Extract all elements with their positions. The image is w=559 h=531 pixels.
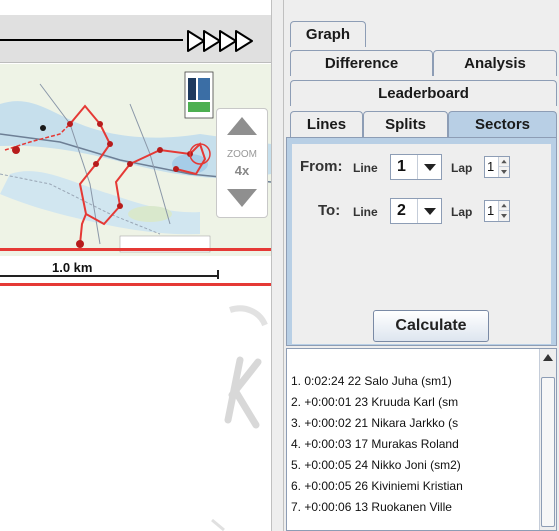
- list-item[interactable]: 4. +0:00:03 17 Murakas Roland: [291, 434, 541, 454]
- route-line: [0, 248, 271, 251]
- to-line-value: 2: [397, 202, 406, 219]
- map-pane[interactable]: ZOOM 4x 1.0 km: [0, 0, 271, 531]
- from-lap-value: 1: [487, 159, 495, 174]
- spinner-up-icon[interactable]: [499, 157, 509, 167]
- list-item[interactable]: 2. +0:00:01 23 Kruuda Karl (sm: [291, 392, 541, 412]
- spinner-up-icon[interactable]: [499, 201, 509, 211]
- fast-forward-icon[interactable]: [186, 25, 266, 57]
- to-line-label: Line: [353, 205, 378, 219]
- split-pane-divider[interactable]: [271, 0, 284, 531]
- spinner-buttons: [498, 157, 509, 177]
- tab-difference[interactable]: Difference: [290, 50, 433, 76]
- list-item[interactable]: 7. +0:00:06 13 Ruokanen Ville: [291, 497, 541, 517]
- to-lap-value: 1: [487, 203, 495, 218]
- calculate-button[interactable]: Calculate: [373, 310, 489, 342]
- tab-leaderboard[interactable]: Leaderboard: [290, 80, 557, 106]
- from-line-value: 1: [397, 158, 406, 175]
- zoom-out-button[interactable]: [225, 187, 259, 209]
- list-item[interactable]: 5. +0:00:05 24 Nikko Joni (sm2): [291, 455, 541, 475]
- tab-lines[interactable]: Lines: [290, 111, 363, 137]
- route-line: [0, 283, 271, 286]
- tab-sectors[interactable]: Sectors: [448, 111, 557, 137]
- spinner-buttons: [498, 201, 509, 221]
- from-label: From:: [300, 158, 343, 175]
- scale-rule: [0, 275, 218, 277]
- from-lap-label: Lap: [451, 161, 473, 175]
- analysis-panel: Graph Difference Analysis Leaderboard Li…: [284, 0, 559, 531]
- watermark-graphic: [211, 305, 268, 531]
- chevron-down-icon[interactable]: [417, 155, 441, 179]
- sector-results-list[interactable]: 1. 0:02:24 22 Salo Juha (sm1) 2. +0:00:0…: [286, 348, 557, 531]
- scale-rule-tick: [217, 270, 219, 279]
- vertical-scrollbar[interactable]: [539, 349, 556, 530]
- map-scale-bar: 1.0 km: [0, 248, 271, 288]
- spinner-down-icon[interactable]: [499, 211, 509, 221]
- zoom-value: 4x: [234, 163, 250, 178]
- list-item[interactable]: 6. +0:00:05 26 Kiviniemi Kristian: [291, 476, 541, 496]
- playback-bar: [0, 15, 271, 63]
- scroll-up-icon[interactable]: [542, 351, 554, 365]
- from-lap-spinner[interactable]: 1: [484, 156, 510, 178]
- zoom-label: ZOOM: [227, 149, 257, 160]
- playback-slider[interactable]: [0, 39, 183, 41]
- tab-graph[interactable]: Graph: [290, 21, 366, 47]
- sectors-tab-panel: From: Line 1 Lap 1 To: Line 2 Lap 1 Calc…: [286, 137, 557, 346]
- list-item[interactable]: 3. +0:00:02 21 Nikara Jarkko (s: [291, 413, 541, 433]
- from-line-select[interactable]: 1: [390, 154, 442, 180]
- tab-analysis[interactable]: Analysis: [433, 50, 557, 76]
- scrollbar-thumb[interactable]: [541, 377, 555, 527]
- spinner-down-icon[interactable]: [499, 167, 509, 177]
- zoom-in-button[interactable]: [225, 115, 259, 137]
- list-item[interactable]: 1. 0:02:24 22 Salo Juha (sm1): [291, 371, 541, 391]
- tab-splits[interactable]: Splits: [363, 111, 448, 137]
- to-line-select[interactable]: 2: [390, 198, 442, 224]
- chevron-down-icon[interactable]: [417, 199, 441, 223]
- sectors-form: From: Line 1 Lap 1 To: Line 2 Lap 1 Calc…: [292, 144, 551, 344]
- from-line-label: Line: [353, 161, 378, 175]
- to-lap-spinner[interactable]: 1: [484, 200, 510, 222]
- scale-label: 1.0 km: [52, 260, 93, 275]
- to-lap-label: Lap: [451, 205, 473, 219]
- zoom-control: ZOOM 4x: [216, 108, 268, 218]
- to-label: To:: [318, 202, 341, 219]
